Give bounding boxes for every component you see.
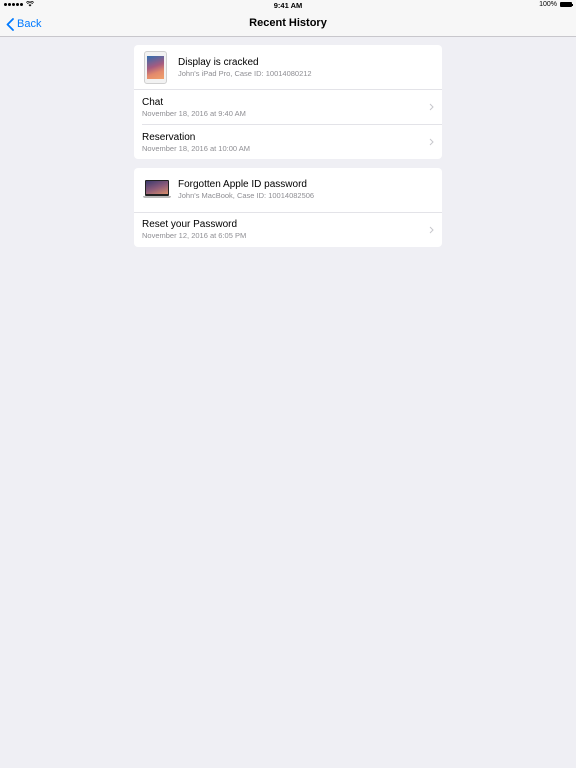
case-subtitle: John's MacBook, Case ID: 10014082506: [178, 191, 315, 200]
case-title: Forgotten Apple ID password: [178, 179, 307, 190]
status-bar: 9:41 AM 100%: [0, 0, 576, 11]
item-title: Reset your Password: [142, 219, 238, 230]
status-time: 9:41 AM: [273, 1, 303, 10]
item-date: November 12, 2016 at 6:05 PM: [142, 231, 247, 240]
status-right: 100%: [539, 1, 573, 8]
case-title: Display is cracked: [178, 57, 259, 68]
case-card: Display is cracked John's iPad Pro, Case…: [134, 45, 442, 159]
list-item[interactable]: Reset your Password November 12, 2016 at…: [134, 213, 442, 247]
case-subtitle: John's iPad Pro, Case ID: 10014080212: [178, 69, 312, 78]
battery-icon: [560, 2, 573, 7]
chevron-right-icon: [429, 226, 434, 234]
macbook-icon: [143, 180, 171, 199]
page-title: Recent History: [249, 17, 327, 29]
chevron-right-icon: [429, 103, 434, 111]
ipad-icon: [144, 51, 167, 84]
list-item[interactable]: Reservation November 18, 2016 at 10:00 A…: [134, 125, 442, 159]
item-title: Reservation: [142, 132, 196, 143]
item-date: November 18, 2016 at 9:40 AM: [142, 109, 246, 118]
navigation-bar: Back Recent History: [0, 11, 576, 37]
item-date: November 18, 2016 at 10:00 AM: [142, 144, 250, 153]
case-header[interactable]: Display is cracked John's iPad Pro, Case…: [134, 45, 442, 90]
list-item[interactable]: Chat November 18, 2016 at 9:40 AM: [134, 90, 442, 125]
case-card: Forgotten Apple ID password John's MacBo…: [134, 168, 442, 247]
case-header[interactable]: Forgotten Apple ID password John's MacBo…: [134, 168, 442, 212]
chevron-right-icon: [429, 138, 434, 146]
item-title: Chat: [142, 97, 164, 108]
battery-percent: 100%: [539, 1, 557, 8]
